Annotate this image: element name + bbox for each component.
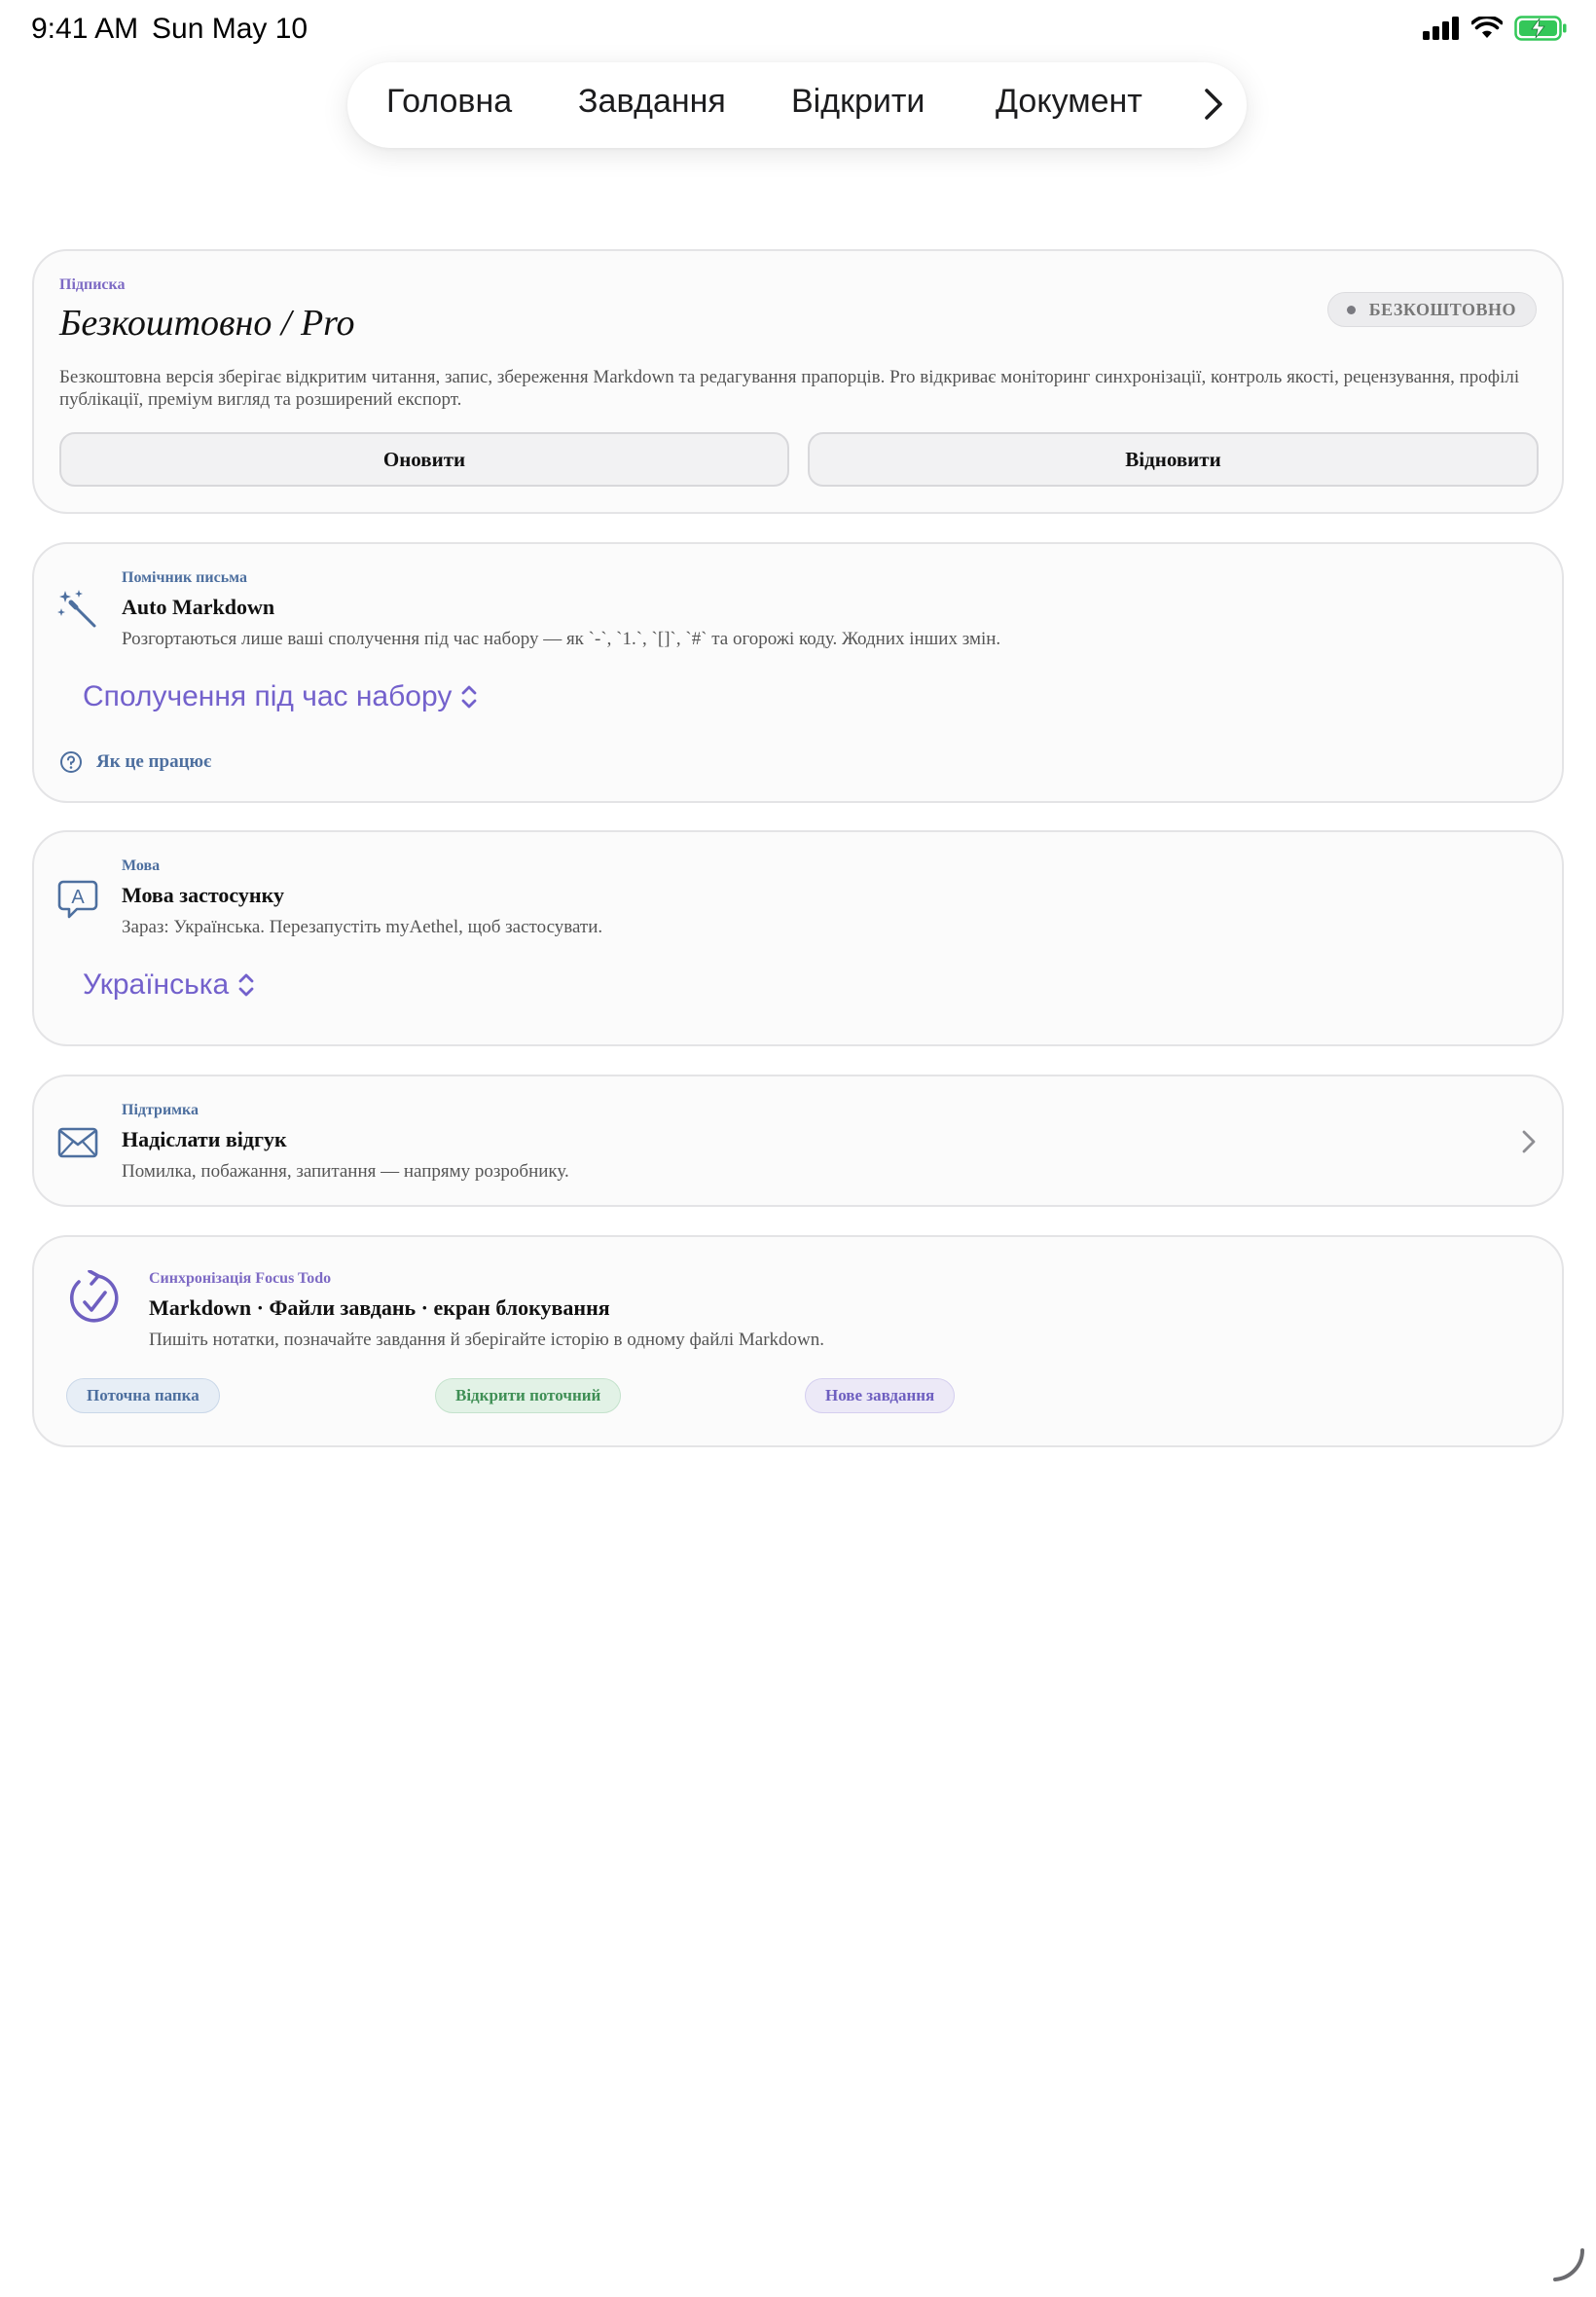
writing-assistant-card: Помічник письма Auto Markdown Розгортают… [32, 542, 1564, 803]
chevron-up-down-icon [461, 685, 477, 709]
wifi-icon [1471, 17, 1503, 38]
language-picker[interactable]: Українська [83, 968, 256, 1002]
sync-eyebrow: Синхронізація Focus Todo [149, 1270, 332, 1287]
focus-todo-sync-card: Синхронізація Focus Todo Markdown · Файл… [32, 1235, 1564, 1447]
feedback-title: Надіслати відгук [122, 1127, 287, 1151]
restore-button[interactable]: Відновити [808, 432, 1539, 487]
language-eyebrow: Мова [122, 857, 161, 874]
feedback-description: Помилка, побажання, запитання — напряму … [122, 1161, 569, 1182]
tab-document[interactable]: Документ [996, 83, 1143, 121]
chevron-right-icon[interactable] [1202, 86, 1225, 123]
shortcuts-picker[interactable]: Сполучення під час набору [83, 680, 479, 713]
sync-check-icon [69, 1270, 119, 1323]
language-card: A Мова Мова застосунку Зараз: Українська… [32, 830, 1564, 1046]
sync-description: Пишіть нотатки, позначайте завдання й зб… [149, 1330, 825, 1350]
current-folder-button[interactable]: Поточна папка [66, 1378, 220, 1413]
subscription-eyebrow: Підписка [59, 276, 126, 293]
status-icons [1423, 16, 1567, 41]
subscription-title: Безкоштовно / Pro [59, 303, 355, 344]
language-picker-value: Українська [83, 968, 230, 1001]
battery-charging-icon [1514, 16, 1567, 41]
subscription-description: Безкоштовна версія зберігає відкритим чи… [59, 367, 1520, 410]
writing-assistant-title: Auto Markdown [122, 595, 275, 619]
status-time: 9:41 AM [31, 13, 139, 45]
tab-open[interactable]: Відкрити [791, 83, 925, 121]
tab-home[interactable]: Головна [386, 83, 512, 121]
shortcuts-picker-value: Сполучення під час набору [83, 680, 453, 712]
support-eyebrow: Підтримка [122, 1102, 200, 1118]
chevron-right-icon [1522, 1130, 1536, 1153]
question-circle-icon [60, 751, 82, 773]
svg-text:A: A [71, 887, 85, 908]
upgrade-button[interactable]: Оновити [59, 432, 789, 487]
how-it-works-label: Як це працює [96, 751, 212, 772]
cellular-signal-icon [1423, 17, 1459, 40]
plan-status-badge: БЕЗКОШТОВНО [1326, 292, 1537, 327]
sync-title: Markdown · Файли завдань · екран блокува… [149, 1295, 610, 1320]
language-bubble-icon: A [57, 880, 98, 919]
language-title: Мова застосунку [122, 883, 284, 907]
status-date: Sun May 10 [152, 13, 308, 45]
magic-wand-icon [57, 590, 96, 628]
how-it-works-link[interactable]: Як це працює [59, 750, 211, 774]
writing-assistant-eyebrow: Помічник письма [122, 569, 247, 586]
open-current-button[interactable]: Відкрити поточний [435, 1378, 622, 1413]
writing-assistant-description: Розгортаються лише ваші сполучення під ч… [122, 629, 1001, 649]
top-tab-bar: Головна Завдання Відкрити Документ [347, 62, 1247, 148]
chevron-up-down-icon [238, 973, 254, 997]
subscription-card: Підписка Безкоштовно / Pro БЕЗКОШТОВНО Б… [32, 249, 1564, 514]
feedback-card[interactable]: Підтримка Надіслати відгук Помилка, поба… [32, 1075, 1564, 1207]
new-task-button[interactable]: Нове завдання [805, 1378, 956, 1413]
loading-spinner-icon [1553, 2248, 1585, 2281]
status-bar: 9:41 AM Sun May 10 [0, 0, 1596, 62]
language-description: Зараз: Українська. Перезапустіть myAethe… [122, 917, 603, 937]
tab-tasks[interactable]: Завдання [578, 83, 726, 121]
envelope-icon [57, 1127, 98, 1158]
